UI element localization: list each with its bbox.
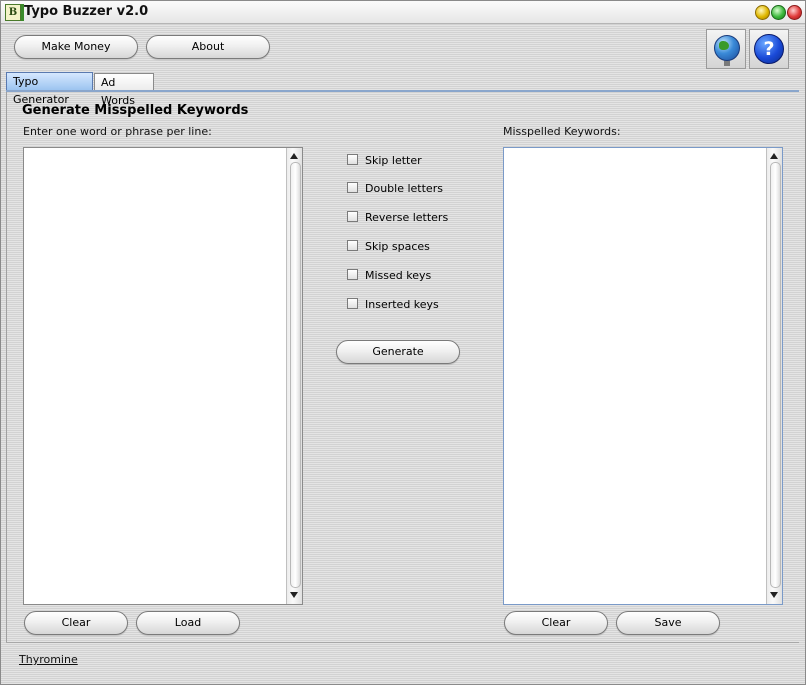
checkbox[interactable] [347,154,358,165]
option-label: Missed keys [365,269,432,282]
tab-ad-words[interactable]: Ad Words [94,73,154,107]
scroll-up-arrow-icon[interactable] [770,153,778,159]
checkbox[interactable] [347,240,358,251]
option-label: Double letters [365,182,443,195]
load-button[interactable]: Load [136,611,240,635]
about-button[interactable]: About [146,35,270,59]
save-button[interactable]: Save [616,611,720,635]
scroll-up-arrow-icon[interactable] [290,153,298,159]
footer-link[interactable]: Thyromine [19,653,78,666]
help-button[interactable]: ? [749,29,789,69]
globe-icon [714,35,740,66]
title-bar[interactable]: B Typo Buzzer v2.0 [1,1,805,24]
minimize-button[interactable] [755,5,770,20]
close-button[interactable] [787,5,802,20]
misspelled-keywords-output[interactable] [503,147,783,605]
scroll-thumb[interactable] [770,162,781,588]
help-icon: ? [754,34,784,64]
maximize-button[interactable] [771,5,786,20]
option-label: Inserted keys [365,298,439,311]
output-clear-button[interactable]: Clear [504,611,608,635]
scroll-down-arrow-icon[interactable] [770,592,778,598]
checkbox[interactable] [347,182,358,193]
tab-typo-generator[interactable]: Typo Generator [6,72,93,106]
web-button[interactable] [706,29,746,69]
footer-divider [6,642,799,643]
option-label: Skip spaces [365,240,430,253]
generate-button[interactable]: Generate [336,340,460,364]
keywords-input[interactable] [23,147,303,605]
make-money-button[interactable]: Make Money [14,35,138,59]
option-label: Skip letter [365,154,422,167]
checkbox[interactable] [347,298,358,309]
option-label: Reverse letters [365,211,449,224]
checkbox[interactable] [347,211,358,222]
input-clear-button[interactable]: Clear [24,611,128,635]
section-title: Generate Misspelled Keywords [22,103,249,118]
output-scrollbar[interactable] [766,148,782,604]
app-icon: B [5,4,24,21]
tab-panel-left-border [6,92,7,643]
scroll-down-arrow-icon[interactable] [290,592,298,598]
app-window: B Typo Buzzer v2.0 Make Money About ? Ty… [0,0,806,685]
scroll-thumb[interactable] [290,162,301,588]
input-label: Enter one word or phrase per line: [23,125,212,138]
input-scrollbar[interactable] [286,148,302,604]
tab-panel-border [6,90,799,92]
window-title: Typo Buzzer v2.0 [24,4,149,19]
output-label: Misspelled Keywords: [503,125,621,138]
checkbox[interactable] [347,269,358,280]
